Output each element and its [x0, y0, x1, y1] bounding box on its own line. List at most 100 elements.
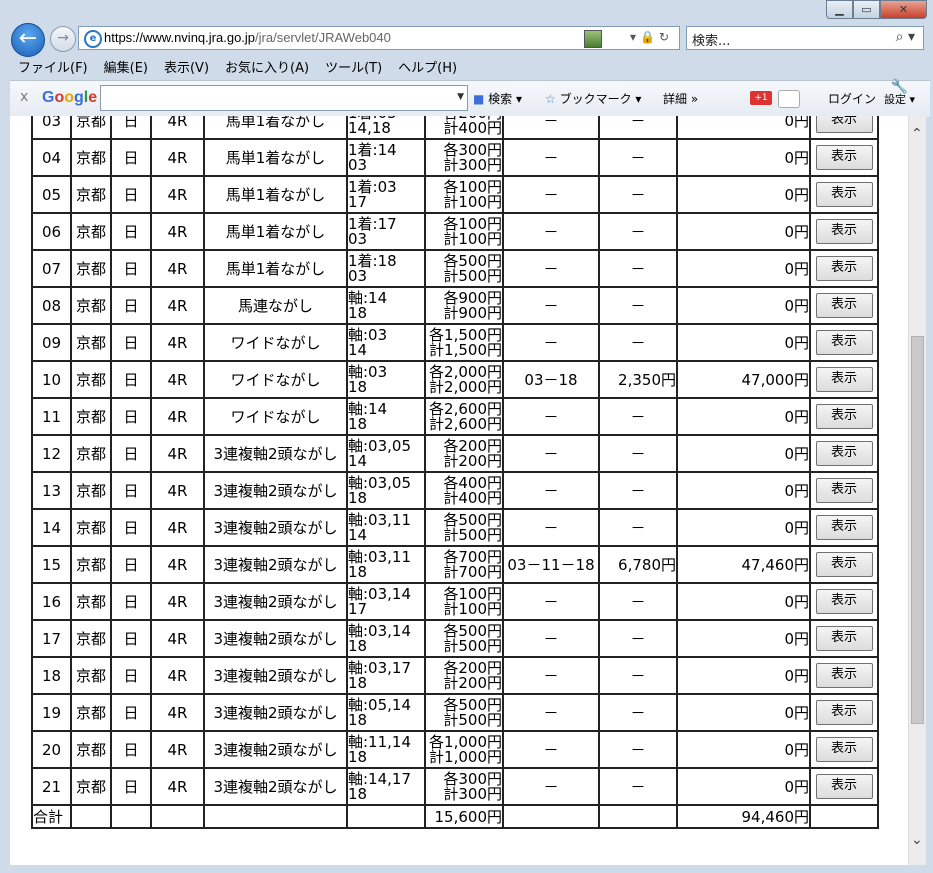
day-cell: 日 — [110, 693, 152, 732]
menu-view[interactable]: 表示(V) — [156, 55, 217, 77]
vertical-scrollbar[interactable]: ⌃ ⌄ — [908, 116, 926, 865]
combination-cell-line: 18 — [348, 784, 368, 803]
action-cell: 表示 — [809, 508, 879, 547]
menu-favorites[interactable]: お気に入り(A) — [217, 55, 317, 77]
show-button[interactable]: 表示 — [815, 663, 873, 688]
scroll-down-icon[interactable]: ⌄ — [911, 832, 923, 848]
bet-type-cell: ワイドながし — [203, 360, 348, 399]
url-host: https://www.nvinq. — [104, 30, 209, 45]
combination-cell-line: 03 — [348, 155, 368, 174]
bet-type-cell: 3連複軸2頭ながし — [203, 545, 348, 584]
address-tools[interactable]: ▾🔒↻ — [630, 30, 673, 44]
show-button[interactable]: 表示 — [815, 515, 873, 540]
show-button[interactable]: 表示 — [815, 478, 873, 503]
show-button[interactable]: 表示 — [815, 552, 873, 577]
payout-cell: 0円 — [676, 138, 811, 177]
scroll-up-icon[interactable]: ⌃ — [911, 126, 923, 142]
race-cell: 4R — [150, 175, 205, 214]
more-chevron-icon: » — [690, 92, 699, 106]
show-button[interactable]: 表示 — [815, 626, 873, 651]
combination-cell: 軸:03,05 14 — [346, 434, 426, 473]
menu-tools[interactable]: ツール(T) — [317, 55, 390, 77]
action-cell: 表示 — [809, 471, 879, 510]
detail-button[interactable]: 詳細 » — [663, 90, 698, 107]
show-button[interactable]: 表示 — [815, 700, 873, 725]
menu-edit[interactable]: 編集(E) — [96, 55, 156, 77]
odds-cell: － — [598, 656, 678, 695]
back-button[interactable]: ← — [11, 23, 45, 57]
bet-type-cell: 3連複軸2頭ながし — [203, 619, 348, 658]
race-cell: 4R — [150, 138, 205, 177]
google-search-input[interactable]: ▼ — [100, 85, 468, 111]
hit-cell: － — [502, 582, 600, 621]
show-button[interactable]: 表示 — [815, 182, 873, 207]
payout-cell: 0円 — [676, 730, 811, 769]
table-row: 19 京都日 4R 3連複軸2頭ながし 軸:05,14 18 各500円 計500円－－ 0円表… — [31, 693, 879, 732]
amount-cell: 各1,000円 計1,000円 — [424, 730, 504, 769]
google-share-box[interactable] — [778, 90, 800, 108]
show-button[interactable]: 表示 — [815, 145, 873, 170]
action-cell: 表示 — [809, 434, 879, 473]
show-button[interactable]: 表示 — [815, 256, 873, 281]
menu-file[interactable]: ファイル(F) — [10, 55, 96, 77]
login-button[interactable]: ログイン — [828, 90, 876, 107]
amount-cell: 各300円 計300円 — [424, 138, 504, 177]
row-number: 15 — [31, 545, 72, 584]
amount-cell: 各200円 計200円 — [424, 656, 504, 695]
show-button[interactable]: 表示 — [815, 219, 873, 244]
address-url[interactable]: https://www.nvinq.jra.go.jp/jra/servlet/… — [104, 30, 391, 45]
combination-cell: 軸:03 14 — [346, 323, 426, 362]
bookmark-label: ブックマーク — [559, 92, 632, 106]
search-input[interactable]: 検索... — [692, 30, 730, 49]
payout-cell: 47,460円 — [676, 545, 811, 584]
combination-cell: 軸:03,11 18 — [346, 545, 426, 584]
forward-button[interactable]: → — [50, 26, 76, 52]
amount-cell-line: 計2,000円 — [429, 377, 502, 396]
day-cell: 日 — [110, 471, 152, 510]
bookmark-button[interactable]: ☆ ブックマーク ▾ — [545, 90, 641, 107]
table-row: 05 京都日 4R 馬単1着ながし 1着:03 17 各100円 計100円－－ 0円 表示 — [31, 175, 879, 214]
close-button[interactable]: ✕ — [880, 0, 927, 19]
google-search-button[interactable]: ■ 検索 ▾ — [473, 90, 522, 107]
menu-help[interactable]: ヘルプ(H) — [390, 55, 465, 77]
show-button[interactable]: 表示 — [815, 367, 873, 392]
show-button[interactable]: 表示 — [815, 330, 873, 355]
race-cell: 4R — [150, 249, 205, 288]
row-number: 04 — [31, 138, 72, 177]
show-button[interactable]: 表示 — [815, 441, 873, 466]
combination-cell: 1着:17 03 — [346, 212, 426, 251]
action-cell: 表示 — [809, 693, 879, 732]
show-button[interactable]: 表示 — [815, 737, 873, 762]
bet-type-cell: 3連複軸2頭ながし — [203, 471, 348, 510]
row-number: 18 — [31, 656, 72, 695]
refresh-icon[interactable]: ↻ — [659, 30, 673, 44]
odds-cell: 2,350円 — [598, 360, 678, 399]
settings-button[interactable]: 🔧 設定 ▾ — [884, 80, 915, 106]
bet-type-cell: 馬連ながし — [203, 286, 348, 325]
amount-cell-line: 計300円 — [443, 155, 502, 174]
venue-cell: 京都 — [70, 249, 112, 288]
show-button[interactable]: 表示 — [815, 774, 873, 799]
show-button[interactable]: 表示 — [815, 116, 873, 133]
table-row: 12 京都日 4R 3連複軸2頭ながし 軸:03,05 14 各200円 計200円－－ 0円表… — [31, 434, 879, 473]
bet-type-cell: ワイドながし — [203, 323, 348, 362]
show-button[interactable]: 表示 — [815, 589, 873, 614]
scroll-thumb[interactable] — [911, 336, 924, 724]
combination-cell: 軸:14 18 — [346, 286, 426, 325]
race-cell: 4R — [150, 397, 205, 436]
action-cell: 表示 — [809, 767, 879, 806]
address-bar[interactable]: e https://www.nvinq.jra.go.jp/jra/servle… — [78, 26, 680, 50]
google-plus-one-icon[interactable]: +1 — [750, 91, 772, 105]
dropdown-arrow-icon[interactable]: ▾ — [630, 30, 640, 44]
table-row: 10 京都日 4R ワイドながし 軸:03 18 各2,000円 計2,000円 03－18 2,… — [31, 360, 879, 399]
lock-icon[interactable]: 🔒 — [640, 30, 659, 44]
close-toolbar-icon[interactable]: x — [20, 89, 28, 105]
search-box[interactable]: 検索... ⌕ ▾ — [686, 26, 924, 50]
bet-type-cell: 3連複軸2頭ながし — [203, 656, 348, 695]
show-button[interactable]: 表示 — [815, 404, 873, 429]
show-button[interactable]: 表示 — [815, 293, 873, 318]
dropdown-arrow-icon[interactable]: ▼ — [457, 92, 464, 102]
search-icon[interactable]: ⌕ ▾ — [896, 29, 915, 45]
minimize-button[interactable]: ▁ — [826, 0, 853, 19]
maximize-button[interactable]: ▭ — [853, 0, 880, 19]
